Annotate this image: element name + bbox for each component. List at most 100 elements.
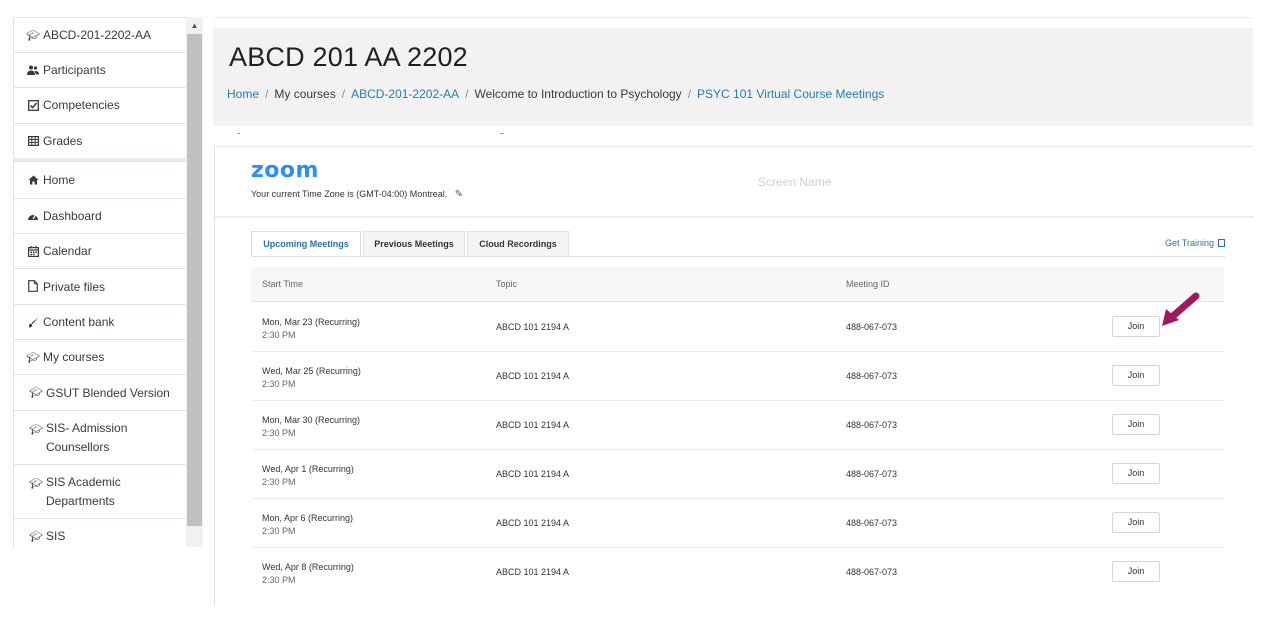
meeting-date: Wed, Mar 25 (Recurring) <box>262 366 361 376</box>
sidebar-item-sis-academic[interactable]: 🎓︎ SIS Academic Departments <box>13 464 186 518</box>
sidebar-item-sis-admission[interactable]: 🎓︎ SIS- Admission Counsellors <box>13 410 186 464</box>
check-square-icon <box>27 99 39 111</box>
meeting-date: Mon, Mar 23 (Recurring) <box>262 317 361 327</box>
graduation-cap-icon: 🎓︎ <box>29 386 43 399</box>
file-icon <box>27 280 39 292</box>
graduation-cap-icon: 🎓︎ <box>29 423 43 436</box>
join-button[interactable]: Join <box>1112 414 1160 435</box>
sidebar-item-label: ABCD-201-2202-AA <box>43 28 152 42</box>
join-button[interactable]: Join <box>1112 512 1160 533</box>
decorative-mark <box>500 133 504 134</box>
meeting-start-time: Wed, Mar 25 (Recurring) 2:30 PM <box>262 365 361 391</box>
meeting-id: 488-067-073 <box>846 567 898 577</box>
join-button[interactable]: Join <box>1112 365 1160 386</box>
column-header-topic: Topic <box>496 279 518 289</box>
sidebar-item-grades[interactable]: Grades <box>13 123 186 158</box>
meeting-time: 2:30 PM <box>262 526 296 536</box>
column-header-start-time: Start Time <box>262 279 304 289</box>
meeting-start-time: Mon, Mar 23 (Recurring) 2:30 PM <box>262 316 360 342</box>
meeting-date: Mon, Mar 30 (Recurring) <box>262 415 361 425</box>
sidebar-item-competencies[interactable]: Competencies <box>13 87 186 123</box>
meeting-id: 488-067-073 <box>846 420 898 430</box>
meeting-topic: ABCD 101 2194 A <box>496 567 570 577</box>
tabs-baseline <box>251 256 1226 257</box>
join-button[interactable]: Join <box>1112 316 1160 337</box>
meeting-start-time: Wed, Apr 8 (Recurring) 2:30 PM <box>262 561 354 587</box>
meeting-start-time: Mon, Apr 6 (Recurring) 2:30 PM <box>262 512 353 538</box>
sidebar-divider <box>13 158 186 161</box>
meeting-start-time: Mon, Mar 30 (Recurring) 2:30 PM <box>262 414 360 440</box>
scroll-up-arrow-icon[interactable]: ▲ <box>186 17 203 34</box>
sidebar-item-label-line2: Counsellors <box>46 440 110 454</box>
breadcrumb-my-courses: My courses <box>274 87 336 101</box>
zoom-logo: zoom <box>251 158 319 183</box>
table-row: Wed, Apr 8 (Recurring) 2:30 PM ABCD 101 2… <box>251 548 1224 597</box>
meeting-time: 2:30 PM <box>262 575 296 585</box>
sidebar-item-sis[interactable]: 🎓︎ SIS <box>13 518 186 547</box>
zoom-meetings-panel: zoom Your current Time Zone is (GMT-04:0… <box>214 146 1254 606</box>
sidebar-item-dashboard[interactable]: Dashboard <box>13 198 186 233</box>
sidebar-border <box>13 17 14 547</box>
top-divider <box>213 17 1253 18</box>
page-header: ABCD 201 AA 2202 Home / My courses / ABCD-20… <box>213 28 1253 126</box>
tab-previous-meetings[interactable]: Previous Meetings <box>363 231 465 257</box>
graduation-cap-icon: 🎓︎ <box>29 477 43 490</box>
tab-cloud-recordings[interactable]: Cloud Recordings <box>467 231 569 257</box>
sidebar-item-label: My courses <box>43 350 105 364</box>
timezone-info: Your current Time Zone is (GMT-04:00) Mo… <box>251 189 463 200</box>
users-icon <box>27 64 39 76</box>
breadcrumb-separator: / <box>687 87 692 101</box>
breadcrumb-separator: / <box>265 87 269 101</box>
sidebar-item-label: Private files <box>43 280 106 294</box>
sidebar-scrollbar[interactable]: ▲ <box>186 17 203 547</box>
sidebar-item-label: Home <box>43 173 76 187</box>
sidebar-item-label: Participants <box>43 63 106 77</box>
sidebar-item-home[interactable]: Home <box>13 161 186 198</box>
sidebar-item-label: GSUT Blended Version <box>46 386 170 400</box>
column-header-meeting-id: Meeting ID <box>846 279 890 289</box>
get-training-label: Get Training <box>1164 238 1214 248</box>
sidebar-item-calendar[interactable]: Calendar <box>13 233 186 268</box>
graduation-cap-icon: 🎓︎ <box>26 351 40 364</box>
get-training-link[interactable]: Get Training <box>1165 238 1225 248</box>
sidebar-item-content-bank[interactable]: Content bank <box>13 304 186 339</box>
meeting-date: Mon, Apr 6 (Recurring) <box>262 513 354 523</box>
meeting-topic: ABCD 101 2194 A <box>496 469 570 479</box>
sidebar-item-label: Content bank <box>43 315 115 329</box>
pencil-edit-icon[interactable]: ✎ <box>455 189 463 200</box>
breadcrumb-course[interactable]: ABCD-201-2202-AA <box>351 87 459 101</box>
join-button[interactable]: Join <box>1112 561 1160 582</box>
sidebar-item-my-courses[interactable]: 🎓︎ My courses <box>13 339 186 374</box>
table-row: Mon, Mar 30 (Recurring) 2:30 PM ABCD 101 … <box>251 401 1224 450</box>
meeting-topic: ABCD 101 2194 A <box>496 420 570 430</box>
sidebar-item-label: Competencies <box>43 98 120 112</box>
table-row: Mon, Apr 6 (Recurring) 2:30 PM ABCD 101 2… <box>251 499 1224 548</box>
scrollbar-thumb[interactable] <box>187 34 202 526</box>
meeting-date: Wed, Apr 1 (Recurring) <box>262 464 354 474</box>
sidebar-item-label: Calendar <box>43 244 92 258</box>
meeting-topic: ABCD 101 2194 A <box>496 518 570 528</box>
meeting-id: 488-067-073 <box>846 518 898 528</box>
page-title: ABCD 201 AA 2202 <box>229 42 468 72</box>
meeting-date: Wed, Apr 8 (Recurring) <box>262 562 354 572</box>
timezone-text: Your current Time Zone is (GMT-04:00) Mo… <box>251 189 448 199</box>
sidebar-item-label-line2: Departments <box>46 494 115 508</box>
sidebar-item-private-files[interactable]: Private files <box>13 268 186 304</box>
table-icon <box>27 135 39 147</box>
dashboard-icon <box>27 210 39 222</box>
sidebar-item-label: SIS Academic <box>46 475 121 489</box>
calendar-icon <box>27 245 39 257</box>
sidebar-item-gsut-blended[interactable]: 🎓︎ GSUT Blended Version <box>13 374 186 410</box>
breadcrumb-activity[interactable]: PSYC 101 Virtual Course Meetings <box>697 87 884 101</box>
home-icon <box>27 174 39 186</box>
graduation-cap-icon: 🎓︎ <box>29 530 43 543</box>
breadcrumb-home[interactable]: Home <box>227 87 259 101</box>
tab-upcoming-meetings[interactable]: Upcoming Meetings <box>251 231 361 257</box>
sidebar-item-participants[interactable]: Participants <box>13 52 186 87</box>
join-button[interactable]: Join <box>1112 463 1160 484</box>
table-row: Wed, Mar 25 (Recurring) 2:30 PM ABCD 101 … <box>251 352 1224 401</box>
meeting-id: 488-067-073 <box>846 322 898 332</box>
training-book-icon <box>1218 239 1225 247</box>
breadcrumb: Home / My courses / ABCD-201-2202-AA / Welcome… <box>227 87 884 101</box>
sidebar-item-course[interactable]: 🎓︎ ABCD-201-2202-AA <box>13 17 186 52</box>
